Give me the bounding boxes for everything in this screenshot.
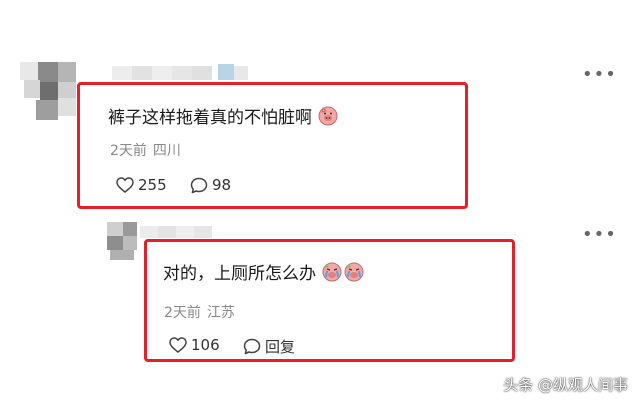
comment-2-location: 江苏 bbox=[206, 305, 235, 321]
crying-pig-emoji-icon bbox=[322, 262, 342, 282]
reply-button-2[interactable]: 回复 bbox=[243, 336, 295, 357]
more-options-icon-1[interactable]: ••• bbox=[582, 66, 617, 84]
like-button-1[interactable]: 255 bbox=[116, 176, 167, 194]
reply-button-1[interactable]: 98 bbox=[190, 176, 231, 194]
like-count-1: 255 bbox=[138, 176, 167, 194]
comment-bubble-icon bbox=[243, 338, 261, 355]
comment-2-text: 对的，上厕所怎么办 bbox=[163, 260, 365, 285]
watermark: 头条 @纵观人间事 bbox=[503, 376, 628, 394]
comment-1-time: 2天前 bbox=[110, 143, 147, 159]
reply-count-1: 98 bbox=[212, 176, 232, 194]
pig-face-emoji-icon bbox=[318, 106, 338, 126]
comment-bubble-icon bbox=[190, 177, 208, 193]
more-options-icon-2[interactable]: ••• bbox=[582, 226, 617, 244]
heart-icon bbox=[116, 177, 134, 193]
comment-2-time: 2天前 bbox=[164, 305, 201, 321]
comment-1-location: 四川 bbox=[152, 143, 181, 159]
comment-1-meta: 2天前 四川 bbox=[110, 140, 187, 160]
reply-label-2: 回复 bbox=[265, 338, 296, 356]
comment-1-text: 裤子这样拖着真的不怕脏啊 bbox=[108, 104, 339, 129]
heart-icon bbox=[169, 337, 187, 353]
like-button-2[interactable]: 106 bbox=[169, 336, 220, 354]
like-count-2: 106 bbox=[191, 336, 220, 354]
crying-pig-emoji-icon bbox=[344, 262, 364, 282]
comment-2-meta: 2天前 江苏 bbox=[164, 302, 241, 322]
